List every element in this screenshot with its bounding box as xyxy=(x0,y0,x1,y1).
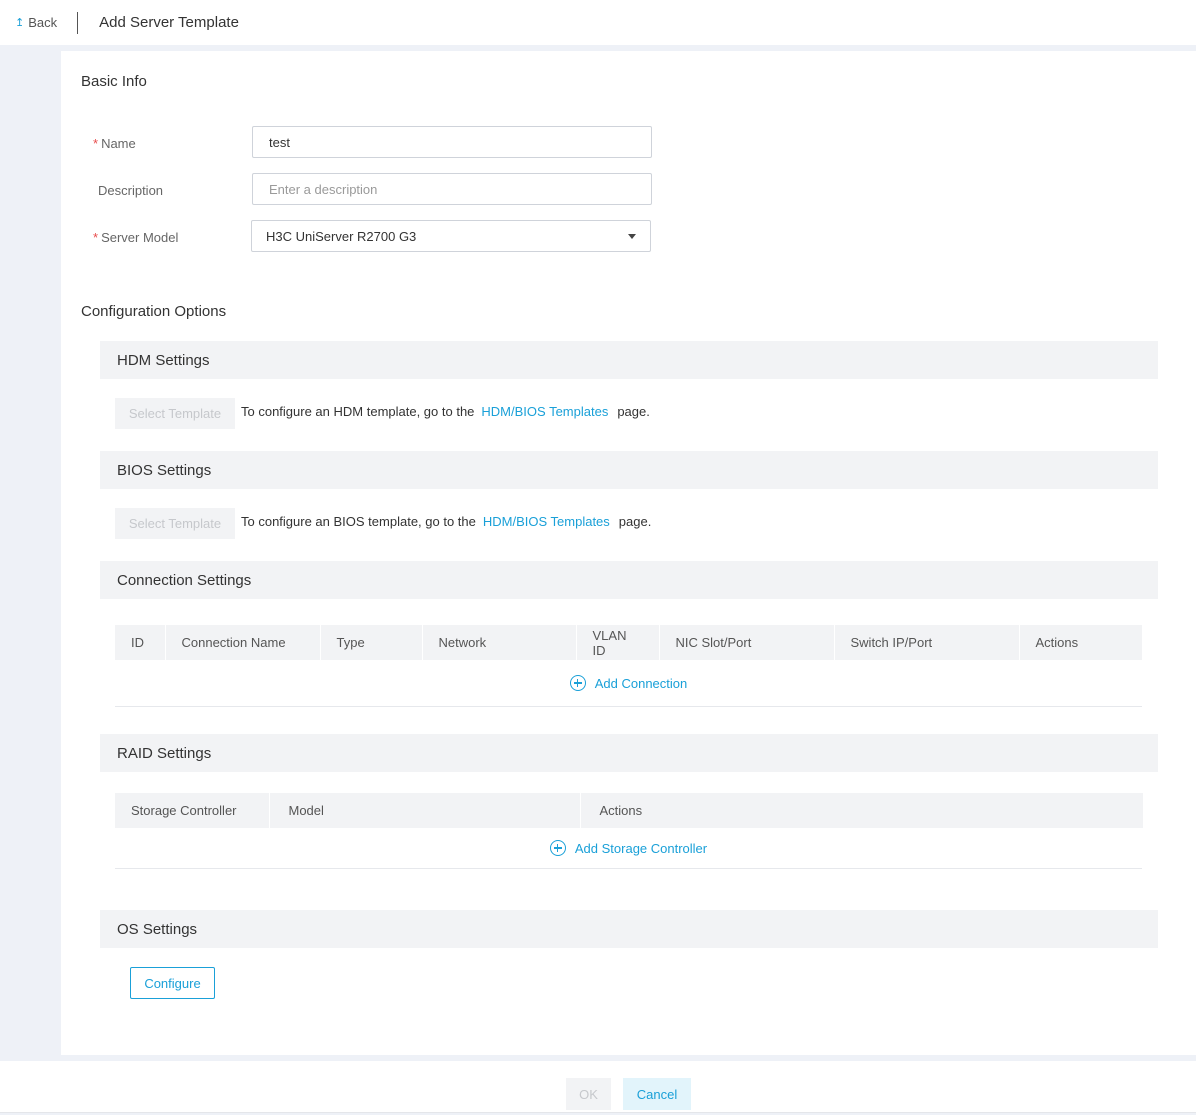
caret-down-icon xyxy=(628,233,636,239)
top-bar: ↥ Back Add Server Template xyxy=(0,0,1196,45)
connection-table-header-row: ID Connection Name Type Network VLAN ID … xyxy=(115,625,1142,660)
server-model-value: H3C UniServer R2700 G3 xyxy=(266,228,417,244)
add-storage-controller-button[interactable]: Add Storage Controller xyxy=(549,840,708,856)
basic-info-title: Basic Info xyxy=(81,73,147,90)
name-label-text: Name xyxy=(101,136,136,151)
column-header: Model xyxy=(269,793,581,828)
bios-select-template-button[interactable]: Select Template xyxy=(115,508,235,539)
hdm-hint-suffix: page. xyxy=(617,404,650,419)
add-connection-label: Add Connection xyxy=(594,675,688,691)
raid-table: Storage Controller Model Actions xyxy=(115,793,1143,828)
required-marker: * xyxy=(93,230,99,245)
add-connection-button[interactable]: Add Connection xyxy=(569,675,688,691)
hdm-templates-link[interactable]: HDM/BIOS Templates xyxy=(481,404,608,419)
configuration-options-title: Configuration Options xyxy=(81,303,227,320)
column-header: VLAN ID xyxy=(576,625,660,660)
hdm-select-template-button[interactable]: Select Template xyxy=(115,398,235,429)
os-settings-header: OS Settings xyxy=(100,910,1158,948)
server-model-select[interactable]: H3C UniServer R2700 G3 xyxy=(251,220,651,252)
footer-bar: OK Cancel xyxy=(0,1061,1196,1113)
back-label: Back xyxy=(28,15,58,30)
bios-settings-header: BIOS Settings xyxy=(100,451,1158,489)
back-button[interactable]: ↥ Back xyxy=(15,13,57,33)
bios-hint-suffix: page. xyxy=(618,514,652,529)
hdm-settings-header: HDM Settings xyxy=(100,341,1158,379)
header-divider xyxy=(77,11,79,34)
add-storage-controller-label: Add Storage Controller xyxy=(574,840,708,856)
plus-circle-icon xyxy=(549,840,566,856)
column-header: Network xyxy=(422,625,577,660)
plus-circle-icon xyxy=(569,675,586,691)
server-model-label: * Server Model xyxy=(93,230,178,245)
cancel-button[interactable]: Cancel xyxy=(623,1078,691,1110)
column-header: Actions xyxy=(1019,625,1142,660)
connection-add-row: Add Connection xyxy=(115,660,1142,707)
configure-button[interactable]: Configure xyxy=(130,967,215,999)
raid-settings-header: RAID Settings xyxy=(100,734,1158,772)
back-arrow-icon: ↥ xyxy=(15,17,25,29)
ok-button[interactable]: OK xyxy=(566,1078,611,1110)
column-header: Type xyxy=(320,625,423,660)
raid-add-row: Add Storage Controller xyxy=(115,828,1142,869)
column-header: Switch IP/Port xyxy=(834,625,1020,660)
server-model-label-text: Server Model xyxy=(101,230,179,245)
page-title: Add Server Template xyxy=(99,14,239,31)
bios-hint-text: To configure an BIOS template, go to the xyxy=(241,514,476,529)
main-content: Basic Info *Name Description *Server Mod… xyxy=(61,51,1196,1055)
description-label: Description xyxy=(98,183,164,198)
column-header: Storage Controller xyxy=(115,793,270,828)
column-header: ID xyxy=(115,625,166,660)
hdm-hint-text: To configure an HDM template, go to the xyxy=(241,404,475,419)
bios-hint: To configure an BIOS template, go to the… xyxy=(241,514,651,529)
column-header: NIC Slot/Port xyxy=(659,625,835,660)
connection-table: ID Connection Name Type Network VLAN ID … xyxy=(115,625,1142,660)
connection-settings-header: Connection Settings xyxy=(100,561,1158,599)
name-input[interactable] xyxy=(252,126,652,158)
name-label: * Name xyxy=(93,136,136,151)
raid-table-header-row: Storage Controller Model Actions xyxy=(115,793,1143,828)
bios-templates-link[interactable]: HDM/BIOS Templates xyxy=(483,514,610,529)
required-marker: * xyxy=(93,136,99,151)
description-input[interactable] xyxy=(252,173,652,205)
column-header: Connection Name xyxy=(165,625,321,660)
column-header: Actions xyxy=(580,793,1143,828)
hdm-hint: To configure an HDM template, go to the … xyxy=(241,404,650,419)
